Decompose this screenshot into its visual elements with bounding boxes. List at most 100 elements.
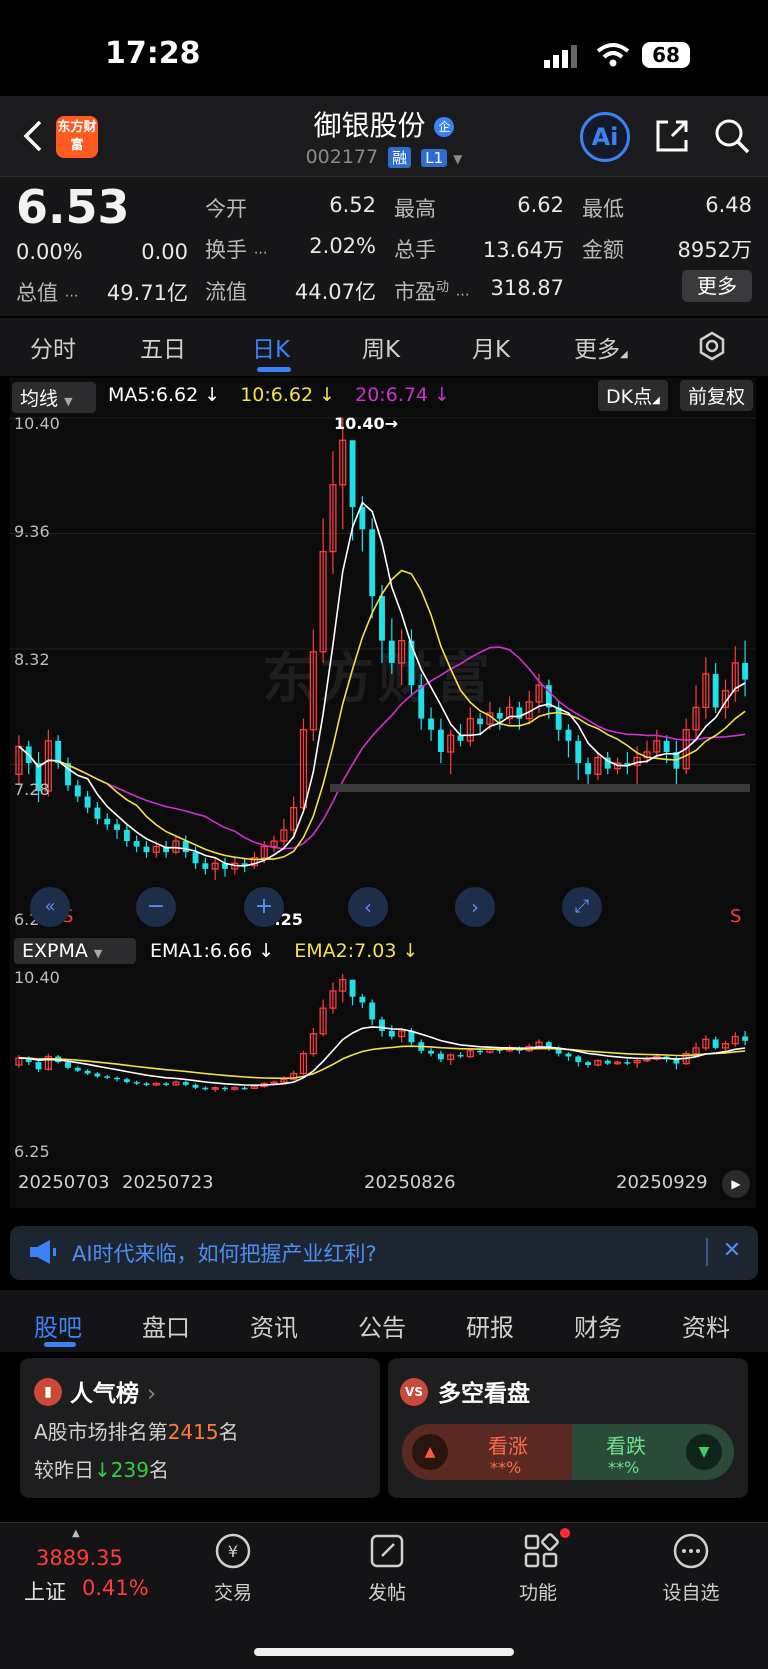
low-value: 6.48 [705, 193, 752, 217]
info-icon[interactable]: ⋯ [254, 245, 268, 261]
candle-body [477, 718, 484, 725]
nav-post-label[interactable]: 发帖 [327, 1578, 447, 1605]
turnover-value: 2.02% [309, 234, 376, 258]
indicator-select[interactable]: 均线 ▼ [12, 382, 96, 413]
amount-label: 金额 [582, 238, 624, 262]
tab-intraday[interactable]: 分时 [30, 330, 76, 364]
candle-body [575, 1056, 582, 1063]
index-value[interactable]: 3889.35 [36, 1546, 123, 1570]
candle-body [84, 796, 91, 808]
info-icon[interactable]: ⋯ [65, 288, 79, 304]
nav-watchlist-label[interactable]: 设自选 [631, 1578, 751, 1605]
candle-body [742, 1036, 749, 1041]
candle-body [182, 1082, 189, 1085]
tab-forum[interactable]: 股吧 [34, 1308, 82, 1343]
adjust-button[interactable]: 前复权 [680, 380, 754, 411]
candle-body [379, 1019, 385, 1031]
candle-body [428, 1050, 435, 1054]
candle-body [369, 1002, 376, 1020]
sub-indicator-select[interactable]: EXPMA ▼ [14, 938, 136, 964]
y-axis-label: 10.40 [14, 414, 60, 433]
candle-body [457, 735, 464, 741]
volume-value: 13.64万 [482, 238, 564, 262]
candle-body [712, 1039, 719, 1048]
candle-body [349, 440, 356, 508]
tab-financials[interactable]: 财务 [574, 1308, 622, 1343]
fullscreen-icon[interactable]: ⤢ [562, 887, 602, 927]
nav-function-label[interactable]: 功能 [478, 1578, 598, 1605]
tab-five-day[interactable]: 五日 [140, 330, 186, 364]
candle-body [369, 529, 376, 597]
candle-body [114, 1077, 120, 1080]
index-change[interactable]: 0.41% [82, 1576, 149, 1600]
float-cap-value: 44.07亿 [294, 280, 376, 304]
ma5-line [18, 501, 746, 867]
rank-value: 2415 [167, 1420, 219, 1444]
sub-y-label: 10.40 [14, 968, 60, 987]
tab-profile[interactable]: 资料 [682, 1308, 730, 1343]
stock-code: 002177 [305, 146, 379, 168]
tab-announcements[interactable]: 公告 [358, 1308, 406, 1343]
bear-value: **% [608, 1458, 640, 1477]
trade-icon[interactable]: ¥ [214, 1532, 252, 1570]
candle-body [418, 685, 425, 719]
candle-body [241, 1087, 248, 1090]
candle-body [114, 824, 120, 830]
zoom-out-icon[interactable]: − [136, 887, 176, 927]
rank-change-value: 239 [110, 1458, 149, 1482]
index-name[interactable]: 上证 [24, 1576, 66, 1606]
prev-icon[interactable]: ‹ [348, 887, 388, 927]
play-icon[interactable]: ▶ [722, 1170, 750, 1198]
ai-button[interactable]: Ai [580, 112, 630, 162]
tab-news[interactable]: 资讯 [250, 1308, 298, 1343]
peak-annotation: 10.40→ [334, 414, 399, 433]
candle-body [565, 729, 572, 741]
market-cap: 49.71亿 [106, 281, 188, 305]
tab-weekly-k[interactable]: 周K [362, 330, 400, 364]
candle-body [192, 852, 199, 864]
candle-body [457, 1055, 464, 1057]
rewind-icon[interactable]: « [30, 887, 70, 927]
share-icon[interactable] [652, 116, 692, 156]
candle-body [133, 841, 140, 847]
watchlist-icon[interactable] [672, 1532, 710, 1570]
low-label: 最低 [582, 197, 624, 221]
tab-research[interactable]: 研报 [466, 1308, 514, 1343]
down-arrow-icon: ↓ [428, 384, 450, 406]
more-button[interactable]: 更多 [682, 270, 752, 302]
search-icon[interactable] [712, 116, 752, 156]
tab-more[interactable]: 更多◢ [574, 330, 628, 364]
notification-dot [560, 1528, 570, 1538]
dk-button[interactable]: DK点◢ [598, 380, 668, 411]
tab-orderbook[interactable]: 盘口 [142, 1308, 190, 1343]
tab-monthly-k[interactable]: 月K [472, 330, 510, 364]
next-icon[interactable]: › [455, 887, 495, 927]
post-icon[interactable] [368, 1532, 406, 1570]
ma-legend: MA5:6.62 ↓ 10:6.62 ↓ 20:6.74 ↓ [108, 384, 450, 406]
function-icon[interactable] [522, 1532, 560, 1570]
y-axis-label: 7.28 [14, 780, 50, 799]
high-value: 6.62 [517, 193, 564, 217]
candle-body [379, 596, 385, 641]
corner-triangle-icon: ◢ [620, 349, 628, 360]
candle-body [496, 713, 503, 719]
chart-settings-icon[interactable] [696, 330, 728, 362]
turnover-label: 换手 ⋯ [205, 238, 268, 262]
candle-body [94, 807, 101, 819]
candle-body [123, 1079, 130, 1083]
candle-body [123, 829, 130, 842]
tab-daily-k[interactable]: 日K [252, 330, 290, 364]
candle-body [712, 674, 719, 708]
candle-body [575, 740, 582, 764]
nav-trade-label[interactable]: 交易 [173, 1578, 293, 1605]
info-icon[interactable]: ⋯ [456, 287, 470, 303]
candle-body [65, 1062, 71, 1068]
candle-body [104, 1076, 111, 1078]
down-triangle-icon: ▼ [686, 1434, 722, 1470]
zoom-in-icon[interactable]: + [244, 887, 284, 927]
chevron-right-icon: › [147, 1381, 157, 1407]
change-amount: 0.00 [141, 240, 188, 264]
rank-line: A股市场排名第2415名 [34, 1420, 239, 1444]
close-icon[interactable]: ✕ [718, 1236, 746, 1266]
status-time: 17:28 [105, 36, 201, 71]
